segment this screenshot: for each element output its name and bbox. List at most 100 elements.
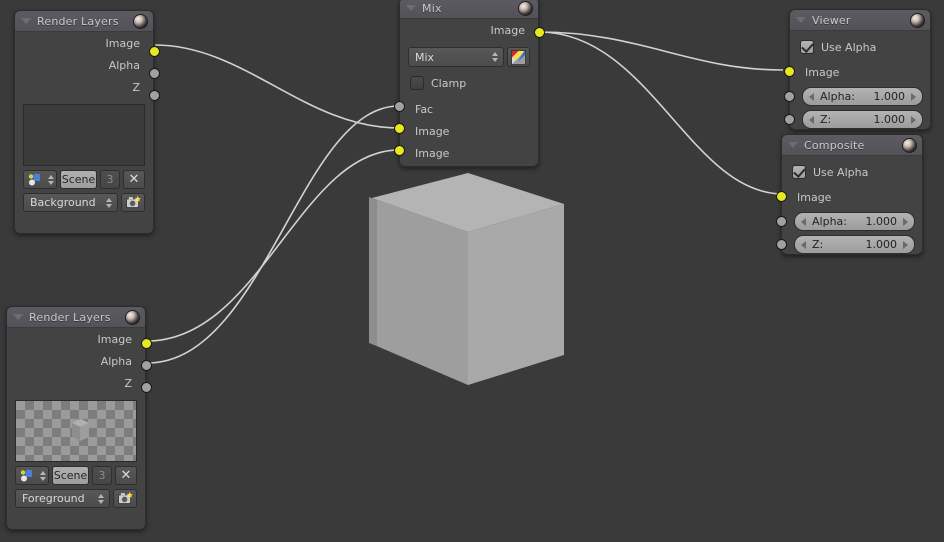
scene-name-field[interactable]: Scene	[52, 466, 89, 485]
slider-right-arrow-icon[interactable]	[903, 217, 908, 226]
layer-updown-arrows-icon[interactable]	[98, 492, 105, 505]
input-row-fac: Fac	[400, 98, 538, 120]
scene-browse-button[interactable]	[23, 170, 57, 189]
collapse-triangle-icon[interactable]	[21, 18, 31, 24]
z-slider[interactable]: Z: 1.000	[802, 110, 923, 129]
node-body: Image Alpha Z	[15, 32, 153, 218]
layer-selector-row[interactable]: Foreground	[15, 489, 137, 508]
render-button[interactable]	[121, 193, 145, 212]
output-row-z: Z	[7, 372, 145, 394]
slider-right-arrow-icon[interactable]	[903, 240, 908, 249]
node-header[interactable]: Composite	[782, 135, 922, 156]
output-row-alpha: Alpha	[7, 350, 145, 372]
node-header[interactable]: Mix	[400, 0, 538, 19]
collapse-triangle-icon[interactable]	[13, 314, 23, 320]
slider-right-arrow-icon[interactable]	[911, 92, 916, 101]
output-label-z: Z	[132, 80, 140, 94]
clamp-label: Clamp	[431, 76, 467, 90]
camera-icon	[125, 196, 141, 209]
node-header[interactable]: Viewer	[790, 10, 930, 31]
scene-selector-row[interactable]: Scene 3 ✕	[23, 170, 145, 189]
scene-browse-button[interactable]	[15, 466, 49, 485]
socket-output-image[interactable]	[149, 46, 160, 57]
node-preview-sphere-icon	[133, 14, 148, 29]
socket-output-alpha[interactable]	[141, 360, 152, 371]
node-mix[interactable]: Mix Image Mix Clamp Fac Image Image	[394, 0, 545, 167]
socket-output-z[interactable]	[149, 90, 160, 101]
node-preview-sphere-icon	[125, 310, 140, 325]
z-slider[interactable]: Z: 1.000	[794, 235, 915, 254]
use-alpha-checkbox[interactable]	[800, 40, 814, 54]
socket-input-image-1[interactable]	[394, 123, 405, 134]
alpha-slider[interactable]: Alpha: 1.000	[794, 212, 915, 231]
scene-users-count[interactable]: 3	[100, 170, 120, 189]
slider-left-arrow-icon[interactable]	[801, 240, 806, 249]
socket-input-alpha[interactable]	[776, 216, 787, 227]
slider-right-arrow-icon[interactable]	[911, 115, 916, 124]
layer-updown-arrows-icon[interactable]	[106, 196, 113, 209]
input-row-image-1: Image	[400, 120, 538, 142]
node-editor-canvas[interactable]: Render Layers Image Alpha Z Scene 3 ✕ Ba…	[0, 0, 944, 542]
socket-input-z[interactable]	[784, 114, 795, 125]
socket-output-z[interactable]	[141, 382, 152, 393]
node-title: Composite	[804, 138, 865, 152]
socket-input-image-2[interactable]	[394, 145, 405, 156]
output-row-z: Z	[15, 76, 153, 98]
node-title: Render Layers	[29, 310, 111, 324]
color-ramp-button[interactable]	[507, 47, 530, 67]
scene-users-count[interactable]: 3	[92, 466, 112, 485]
socket-output-image[interactable]	[534, 27, 545, 38]
node-title: Viewer	[812, 13, 851, 27]
scene-unlink-button[interactable]: ✕	[123, 170, 145, 189]
socket-input-image[interactable]	[776, 191, 787, 202]
socket-input-z[interactable]	[776, 239, 787, 250]
render-button[interactable]	[113, 489, 137, 508]
use-alpha-row[interactable]: Use Alpha	[800, 38, 922, 56]
slider-left-arrow-icon[interactable]	[809, 92, 814, 101]
node-header[interactable]: Render Layers	[15, 11, 153, 32]
socket-input-image[interactable]	[784, 66, 795, 77]
blend-mode-row[interactable]: Mix	[408, 47, 530, 67]
output-row-image: Image	[15, 32, 153, 54]
clamp-row[interactable]: Clamp	[410, 74, 530, 92]
render-layer-dropdown[interactable]: Background	[23, 193, 118, 212]
scene-selector-row[interactable]: Scene 3 ✕	[15, 466, 137, 485]
node-header[interactable]: Render Layers	[7, 307, 145, 328]
collapse-triangle-icon[interactable]	[406, 5, 416, 11]
node-preview-sphere-icon	[910, 13, 925, 28]
scene-name-field[interactable]: Scene	[60, 170, 97, 189]
socket-output-alpha[interactable]	[149, 68, 160, 79]
node-render-layers-background[interactable]: Render Layers Image Alpha Z Scene 3 ✕ Ba…	[14, 10, 160, 234]
use-alpha-row[interactable]: Use Alpha	[792, 163, 914, 181]
slider-left-arrow-icon[interactable]	[801, 217, 806, 226]
socket-input-alpha[interactable]	[784, 91, 795, 102]
output-label-image: Image	[490, 23, 525, 37]
collapse-triangle-icon[interactable]	[796, 17, 806, 23]
clamp-checkbox[interactable]	[410, 76, 424, 90]
scene-updown-arrows-icon[interactable]	[39, 469, 47, 482]
input-label-image: Image	[805, 65, 840, 79]
alpha-slider[interactable]: Alpha: 1.000	[802, 87, 923, 106]
input-row-image-2: Image	[400, 142, 538, 164]
slider-left-arrow-icon[interactable]	[809, 115, 814, 124]
render-layer-dropdown[interactable]: Foreground	[15, 489, 110, 508]
node-title: Mix	[422, 1, 442, 15]
output-row-image: Image	[400, 19, 538, 41]
blend-mode-dropdown[interactable]: Mix	[408, 47, 504, 67]
layer-selector-row[interactable]: Background	[23, 193, 145, 212]
socket-input-fac[interactable]	[394, 101, 405, 112]
scene-updown-arrows-icon[interactable]	[47, 173, 55, 186]
blend-mode-updown-arrows-icon[interactable]	[492, 51, 499, 64]
input-row-image: Image	[782, 186, 922, 208]
collapse-triangle-icon[interactable]	[788, 142, 798, 148]
node-title: Render Layers	[37, 14, 119, 28]
scene-unlink-button[interactable]: ✕	[115, 466, 137, 485]
use-alpha-label: Use Alpha	[821, 40, 877, 54]
use-alpha-checkbox[interactable]	[792, 165, 806, 179]
input-label-fac: Fac	[415, 102, 434, 116]
node-render-layers-foreground[interactable]: Render Layers Image Alpha Z Scene 3 ✕ Fo…	[6, 306, 152, 530]
output-row-alpha: Alpha	[15, 54, 153, 76]
socket-output-image[interactable]	[141, 338, 152, 349]
node-composite[interactable]: Composite Use Alpha Image Alpha: 1.000 Z…	[776, 134, 923, 255]
node-viewer[interactable]: Viewer Use Alpha Image Alpha: 1.000 Z: 1…	[784, 9, 931, 130]
